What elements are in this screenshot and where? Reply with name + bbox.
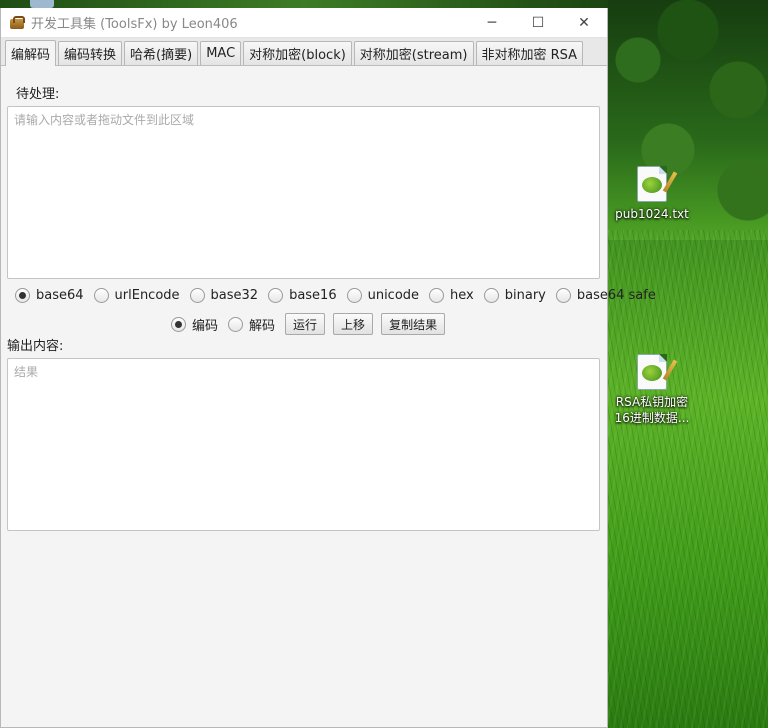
tab-symmetric-block[interactable]: 对称加密(block) bbox=[243, 41, 352, 65]
radio-urlencode[interactable]: urlEncode bbox=[93, 288, 180, 303]
radio-base64[interactable]: base64 bbox=[15, 288, 84, 303]
tab-symmetric-stream[interactable]: 对称加密(stream) bbox=[353, 41, 474, 65]
input-textarea[interactable]: 请输入内容或者拖动文件到此区域 bbox=[7, 106, 600, 279]
radio-indicator bbox=[15, 288, 30, 303]
radio-base32[interactable]: base32 bbox=[189, 288, 259, 303]
toolbox-icon bbox=[9, 15, 25, 30]
radio-unicode[interactable]: unicode bbox=[346, 288, 420, 303]
radio-label: base64 safe bbox=[576, 288, 656, 303]
tab-hash[interactable]: 哈希(摘要) bbox=[124, 41, 199, 65]
radio-indicator bbox=[228, 316, 244, 332]
radio-indicator bbox=[171, 316, 186, 332]
radio-indicator bbox=[555, 288, 571, 303]
radio-label: base16 bbox=[289, 288, 337, 303]
tab-encoding-convert[interactable]: 编码转换 bbox=[58, 41, 123, 65]
input-label: 待处理: bbox=[16, 87, 60, 102]
tab-bar: 编解码 编码转换 哈希(摘要) MAC 对称加密(block) 对称加密(str… bbox=[1, 38, 607, 66]
radio-label: base32 bbox=[210, 288, 259, 303]
output-label: 输出内容: bbox=[7, 339, 64, 354]
radio-base64-safe[interactable]: base64 safe bbox=[555, 288, 656, 303]
tab-asymmetric-rsa[interactable]: 非对称加密 RSA bbox=[475, 41, 584, 65]
output-textarea[interactable]: 结果 bbox=[7, 358, 600, 531]
radio-binary[interactable]: binary bbox=[483, 288, 546, 303]
radio-indicator bbox=[189, 288, 205, 303]
radio-decode[interactable]: 解码 bbox=[228, 315, 275, 334]
window-title: 开发工具集 (ToolsFx) by Leon406 bbox=[31, 17, 238, 32]
desktop-icon-label: RSA私钥加密16进制数据... bbox=[614, 395, 690, 425]
radio-label: urlEncode bbox=[114, 288, 180, 303]
notepad-file-icon bbox=[637, 354, 678, 390]
radio-hex[interactable]: hex bbox=[429, 288, 474, 303]
maximize-button[interactable]: ☐ bbox=[515, 8, 561, 38]
notepad-file-icon bbox=[637, 166, 678, 202]
radio-indicator bbox=[268, 288, 284, 303]
radio-label: 解码 bbox=[249, 318, 276, 334]
radio-label: unicode bbox=[367, 288, 420, 303]
encoding-options: base64 urlEncode base32 base16 unicode h… bbox=[15, 288, 656, 303]
radio-indicator bbox=[346, 288, 362, 303]
radio-label: hex bbox=[450, 288, 474, 303]
radio-label: base64 bbox=[36, 288, 84, 303]
tab-mac[interactable]: MAC bbox=[200, 41, 242, 65]
desktop-icon-rsa[interactable]: RSA私钥加密16进制数据... bbox=[612, 354, 692, 426]
desktop-peek-icon bbox=[30, 0, 54, 8]
minimize-button[interactable]: ─ bbox=[469, 8, 515, 38]
copy-result-button[interactable]: 复制结果 bbox=[381, 313, 446, 335]
action-row: 编码 解码 运行 上移 复制结果 bbox=[171, 313, 453, 335]
radio-encode[interactable]: 编码 bbox=[171, 315, 218, 334]
desktop-icon-pub1024[interactable]: pub1024.txt bbox=[612, 166, 692, 222]
desktop-wallpaper-grass bbox=[608, 230, 768, 728]
desktop-icon-label: pub1024.txt bbox=[615, 207, 689, 221]
radio-indicator bbox=[483, 288, 499, 303]
radio-label: binary bbox=[504, 288, 546, 303]
radio-indicator bbox=[93, 288, 109, 303]
run-button[interactable]: 运行 bbox=[285, 313, 326, 335]
radio-label: 编码 bbox=[192, 318, 219, 334]
radio-base16[interactable]: base16 bbox=[268, 288, 337, 303]
title-bar[interactable]: 开发工具集 (ToolsFx) by Leon406 ─ ☐ ✕ bbox=[1, 8, 607, 38]
close-button[interactable]: ✕ bbox=[561, 8, 607, 38]
radio-indicator bbox=[429, 288, 445, 303]
move-up-button[interactable]: 上移 bbox=[333, 313, 374, 335]
tab-codec[interactable]: 编解码 bbox=[5, 40, 57, 66]
